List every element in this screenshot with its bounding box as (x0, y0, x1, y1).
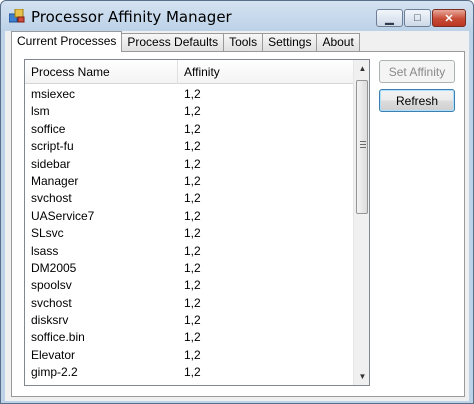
process-name-cell: Manager (31, 173, 79, 188)
tab-about[interactable]: About (316, 33, 360, 51)
refresh-button[interactable]: Refresh (379, 89, 455, 112)
minimize-button[interactable]: ▁ (376, 9, 403, 27)
tab-strip: Current Processes Process Defaults Tools… (11, 31, 360, 52)
process-rows: msiexec 1,2 lsm 1,2 soffice 1,2 script-fu 1,2 si… (25, 86, 353, 382)
set-affinity-button[interactable]: Set Affinity (379, 60, 455, 83)
process-name-cell: SLsvc (31, 226, 64, 241)
affinity-cell: 1,2 (184, 156, 201, 171)
process-name-cell: disksrv (31, 313, 69, 328)
table-row[interactable]: svchost 1,2 (25, 190, 353, 207)
process-name-cell: DM2005 (31, 260, 77, 275)
process-name-cell: sidebar (31, 156, 71, 171)
title-bar[interactable]: Processor Affinity Manager ▁ □ ✕ (1, 1, 473, 31)
table-row[interactable]: UAService7 1,2 (25, 208, 353, 225)
affinity-cell: 1,2 (184, 365, 201, 380)
affinity-cell: 1,2 (184, 295, 201, 310)
client-area: Current Processes Process Defaults Tools… (5, 31, 469, 401)
minimize-icon: ▁ (385, 12, 394, 25)
table-row[interactable]: Manager 1,2 (25, 173, 353, 190)
vertical-scrollbar[interactable]: ▲ ▼ (353, 60, 369, 385)
process-name-cell: soffice (31, 121, 66, 136)
affinity-cell: 1,2 (184, 313, 201, 328)
scroll-down-icon[interactable]: ▼ (354, 368, 369, 385)
affinity-cell: 1,2 (184, 121, 201, 136)
process-name-cell: spoolsv (31, 278, 72, 293)
table-row[interactable]: SLsvc 1,2 (25, 225, 353, 242)
table-row[interactable]: disksrv 1,2 (25, 312, 353, 329)
affinity-cell: 1,2 (184, 173, 201, 188)
process-name-cell: script-fu (31, 139, 74, 154)
grip-icon (360, 141, 366, 150)
scroll-up-icon[interactable]: ▲ (354, 60, 369, 77)
affinity-cell: 1,2 (184, 243, 201, 258)
table-row[interactable]: spoolsv 1,2 (25, 277, 353, 294)
process-name-cell: soffice.bin (31, 330, 85, 345)
process-name-cell: Elevator (31, 347, 76, 362)
column-header-process-name[interactable]: Process Name (25, 60, 178, 84)
table-row[interactable]: script-fu 1,2 (25, 138, 353, 155)
affinity-cell: 1,2 (184, 104, 201, 119)
table-row[interactable]: soffice 1,2 (25, 121, 353, 138)
app-icon (9, 9, 25, 23)
close-button[interactable]: ✕ (432, 9, 466, 27)
process-name-cell: UAService7 (31, 208, 95, 223)
affinity-cell: 1,2 (184, 87, 201, 101)
affinity-cell: 1,2 (184, 347, 201, 362)
affinity-cell: 1,2 (184, 139, 201, 154)
app-window: Processor Affinity Manager ▁ □ ✕ Current… (0, 0, 474, 404)
process-name-cell: msiexec (31, 87, 76, 101)
process-name-cell: svchost (31, 295, 72, 310)
list-header: Process Name Affinity (25, 60, 353, 84)
table-row[interactable]: msiexec 1,2 (25, 86, 353, 103)
process-name-cell: lsass (31, 243, 59, 258)
table-row[interactable]: lsm 1,2 (25, 103, 353, 120)
affinity-cell: 1,2 (184, 208, 201, 223)
table-row[interactable]: sidebar 1,2 (25, 156, 353, 173)
tab-settings[interactable]: Settings (262, 33, 318, 51)
process-list[interactable]: Process Name Affinity msiexec 1,2 lsm 1,2 so… (24, 59, 370, 386)
table-row[interactable]: lsass 1,2 (25, 243, 353, 260)
current-processes-panel: Process Name Affinity msiexec 1,2 lsm 1,2 so… (11, 51, 465, 397)
table-row[interactable]: svchost 1,2 (25, 295, 353, 312)
affinity-cell: 1,2 (184, 191, 201, 206)
table-row[interactable]: soffice.bin 1,2 (25, 329, 353, 346)
process-name-cell: lsm (31, 104, 50, 119)
tab-tools[interactable]: Tools (223, 33, 264, 51)
table-row[interactable]: gimp-2.2 1,2 (25, 364, 353, 381)
close-icon: ✕ (444, 12, 454, 25)
column-header-affinity[interactable]: Affinity (178, 60, 353, 84)
affinity-cell: 1,2 (184, 260, 201, 275)
tab-process-defaults[interactable]: Process Defaults (121, 33, 225, 51)
process-name-cell: svchost (31, 191, 72, 206)
maximize-icon: □ (414, 12, 421, 24)
scroll-thumb[interactable] (356, 80, 368, 214)
affinity-cell: 1,2 (184, 226, 201, 241)
maximize-button[interactable]: □ (404, 9, 431, 27)
window-title: Processor Affinity Manager (31, 8, 232, 26)
table-row[interactable]: DM2005 1,2 (25, 260, 353, 277)
tab-current-processes[interactable]: Current Processes (11, 31, 123, 52)
table-row[interactable]: Elevator 1,2 (25, 347, 353, 364)
process-name-cell: gimp-2.2 (31, 365, 78, 380)
affinity-cell: 1,2 (184, 330, 201, 345)
affinity-cell: 1,2 (184, 278, 201, 293)
